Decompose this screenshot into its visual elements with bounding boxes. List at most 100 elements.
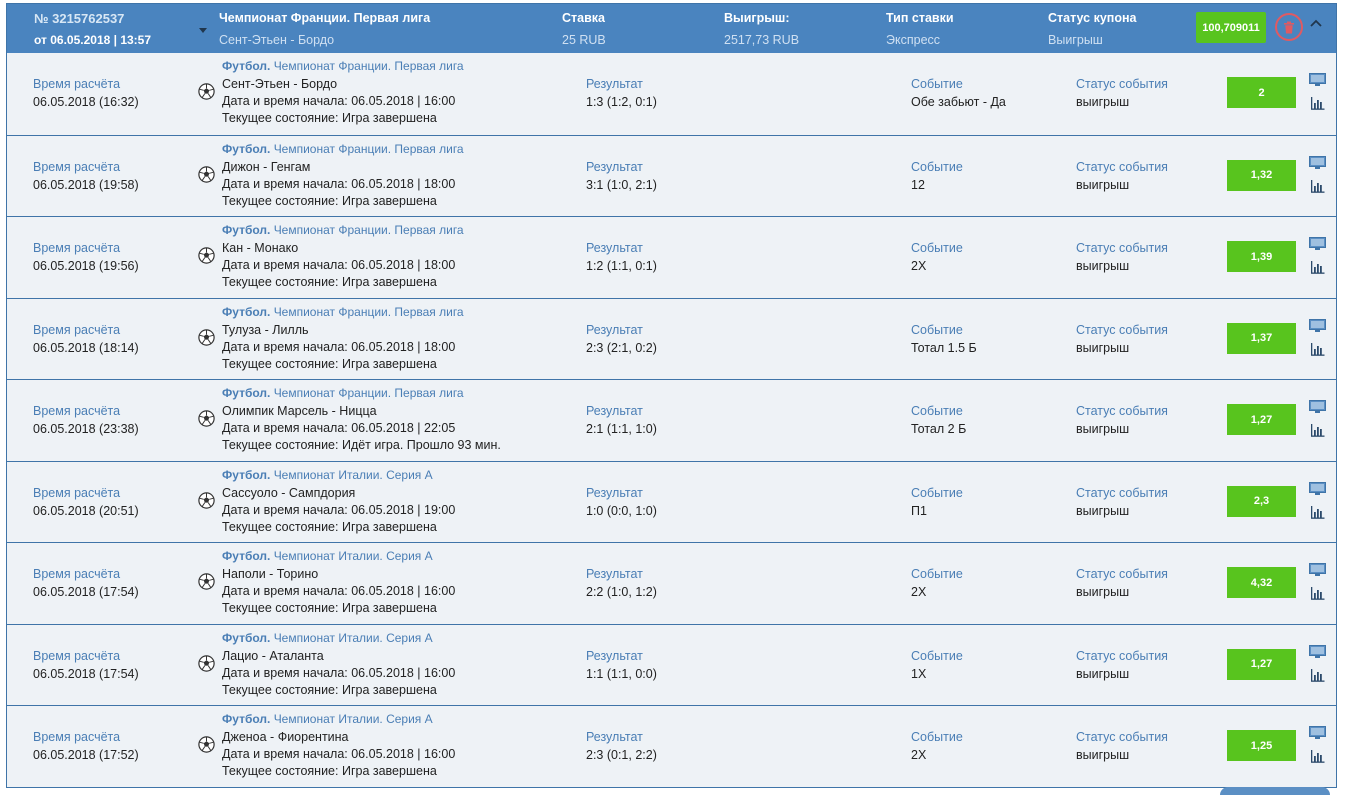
tv-icon[interactable] — [1309, 237, 1326, 251]
tv-icon[interactable] — [1309, 726, 1326, 740]
league-line[interactable]: Футбол. Чемпионат Франции. Первая лига — [222, 59, 464, 73]
bar-chart-icon[interactable] — [1310, 179, 1325, 193]
current-state: Текущее состояние: Игра завершена — [222, 111, 437, 125]
event-status-value: выигрыш — [1076, 748, 1130, 762]
tv-icon[interactable] — [1309, 481, 1326, 496]
league-name: Чемпионат Италии. Серия А — [273, 630, 433, 645]
state-value: Игра завершена — [341, 111, 437, 125]
bottom-tab[interactable] — [1220, 787, 1330, 795]
tv-icon[interactable] — [1309, 73, 1326, 87]
chevron-up-icon[interactable] — [1309, 18, 1323, 28]
league-line[interactable]: Футбол. Чемпионат Италии. Серия А — [222, 712, 433, 726]
start-time: Дата и время начала: 06.05.2018 | 18:00 — [222, 177, 455, 191]
start-time: Дата и время начала: 06.05.2018 | 16:00 — [222, 666, 455, 680]
bar-chart-icon[interactable] — [1310, 342, 1325, 356]
football-icon — [198, 247, 215, 264]
tv-icon[interactable] — [1309, 563, 1326, 577]
league-name: Чемпионат Франции. Первая лига — [273, 304, 464, 319]
current-state: Текущее состояние: Игра завершена — [222, 601, 437, 615]
state-value: Игра завершена — [341, 193, 437, 208]
table-row: Время расчёта 06.05.2018 (17:54) Футбол.… — [7, 623, 1336, 705]
match-name[interactable]: Сассуоло - Сампдория — [222, 486, 355, 500]
match-name[interactable]: Дженоа - Фиорентина — [222, 730, 349, 744]
league-line[interactable]: Футбол. Чемпионат Италии. Серия А — [222, 631, 433, 645]
bar-chart-icon[interactable] — [1310, 668, 1325, 682]
calc-time-value: 06.05.2018 (23:38) — [33, 422, 139, 436]
event-label: Событие — [911, 322, 963, 337]
tv-icon[interactable] — [1309, 155, 1326, 170]
result-label: Результат — [586, 241, 643, 255]
match-name[interactable]: Тулуза - Лилль — [222, 323, 309, 337]
tv-icon[interactable] — [1309, 318, 1326, 333]
state-value: Игра завершена — [341, 601, 437, 615]
bet-type-value: Экспресс — [886, 33, 941, 47]
start-time: Дата и время начала: 06.05.2018 | 22:05 — [222, 421, 455, 435]
league-name: Чемпионат Италии. Серия А — [273, 549, 433, 563]
result-value: 2:3 (2:1, 0:2) — [586, 340, 657, 355]
football-icon — [198, 654, 215, 672]
league-line[interactable]: Футбол. Чемпионат Франции. Первая лига — [222, 223, 464, 237]
league-line[interactable]: Футбол. Чемпионат Франции. Первая лига — [222, 142, 464, 156]
calc-time-label: Время расчёта — [33, 485, 121, 500]
event-label: Событие — [911, 730, 963, 744]
calc-time-value: 06.05.2018 (19:58) — [33, 177, 139, 192]
event-label: Событие — [911, 567, 963, 581]
calc-time-value: 06.05.2018 (17:54) — [33, 585, 139, 599]
sport-label: Футбол. — [222, 59, 271, 73]
win-value: 2517,73 RUB — [724, 33, 800, 47]
result-value: 1:1 (1:1, 0:0) — [586, 666, 657, 681]
bar-chart-icon[interactable] — [1310, 97, 1325, 110]
start-value: 06.05.2018 | 16:00 — [351, 94, 456, 108]
league-line[interactable]: Футбол. Чемпионат Италии. Серия А — [222, 468, 433, 482]
match-name[interactable]: Наполи - Торино — [222, 567, 318, 581]
current-state: Текущее состояние: Игра завершена — [222, 357, 437, 371]
result-label: Результат — [586, 567, 643, 581]
event-value: 2X — [911, 585, 927, 599]
coupon-header[interactable]: № 3215762537 от 06.05.2018 | 13:57 Чемпи… — [7, 4, 1336, 53]
event-status-label: Статус события — [1076, 485, 1168, 500]
caret-down-icon[interactable] — [199, 28, 207, 33]
event-value: 2X — [911, 748, 927, 762]
result-label: Результат — [586, 159, 643, 174]
tv-icon[interactable] — [1309, 400, 1326, 414]
league-name: Чемпионат Франции. Первая лига — [273, 141, 464, 156]
bar-chart-icon[interactable] — [1310, 424, 1325, 437]
odd-badge: 1,37 — [1227, 322, 1296, 354]
start-value: 06.05.2018 | 16:00 — [351, 584, 456, 598]
match-name[interactable]: Сент-Этьен - Бордо — [222, 77, 337, 91]
table-row: Время расчёта 06.05.2018 (18:14) Футбол.… — [7, 297, 1336, 379]
match-name[interactable]: Лацио - Аталанта — [222, 649, 324, 663]
start-label: Дата и время начала: — [222, 258, 352, 272]
bar-chart-icon[interactable] — [1310, 261, 1325, 274]
bar-chart-icon[interactable] — [1310, 587, 1325, 600]
bar-chart-icon[interactable] — [1310, 750, 1325, 763]
calc-time-label: Время расчёта — [33, 730, 121, 744]
current-state: Текущее состояние: Игра завершена — [222, 194, 437, 208]
event-status-label: Статус события — [1076, 730, 1168, 744]
coupon-match: Сент-Этьен - Бордо — [219, 33, 335, 47]
start-value: 06.05.2018 | 18:00 — [351, 339, 456, 354]
state-label: Текущее состояние: — [222, 519, 342, 534]
odd-badge: 2 — [1227, 77, 1296, 108]
delete-button[interactable] — [1275, 13, 1303, 41]
state-label: Текущее состояние: — [222, 438, 342, 452]
coupon-status-label: Статус купона — [1048, 11, 1137, 25]
state-label: Текущее состояние: — [222, 275, 342, 289]
coupon-card: № 3215762537 от 06.05.2018 | 13:57 Чемпи… — [6, 3, 1337, 788]
tv-icon[interactable] — [1309, 644, 1326, 659]
bar-chart-icon[interactable] — [1310, 505, 1325, 519]
calc-time-label: Время расчёта — [33, 322, 121, 337]
start-label: Дата и время начала: — [222, 94, 352, 108]
start-time: Дата и время начала: 06.05.2018 | 18:00 — [222, 340, 455, 354]
football-icon — [198, 83, 215, 100]
match-name[interactable]: Дижон - Генгам — [222, 160, 310, 174]
bet-type-label: Тип ставки — [886, 11, 954, 25]
league-line[interactable]: Футбол. Чемпионат Франции. Первая лига — [222, 386, 464, 400]
event-status-value: выигрыш — [1076, 422, 1130, 436]
event-status-label: Статус события — [1076, 322, 1168, 337]
league-line[interactable]: Футбол. Чемпионат Италии. Серия А — [222, 549, 433, 563]
trash-icon — [1284, 21, 1294, 33]
match-name[interactable]: Кан - Монако — [222, 241, 298, 255]
match-name[interactable]: Олимпик Марсель - Ницца — [222, 404, 377, 418]
league-line[interactable]: Футбол. Чемпионат Франции. Первая лига — [222, 305, 464, 319]
